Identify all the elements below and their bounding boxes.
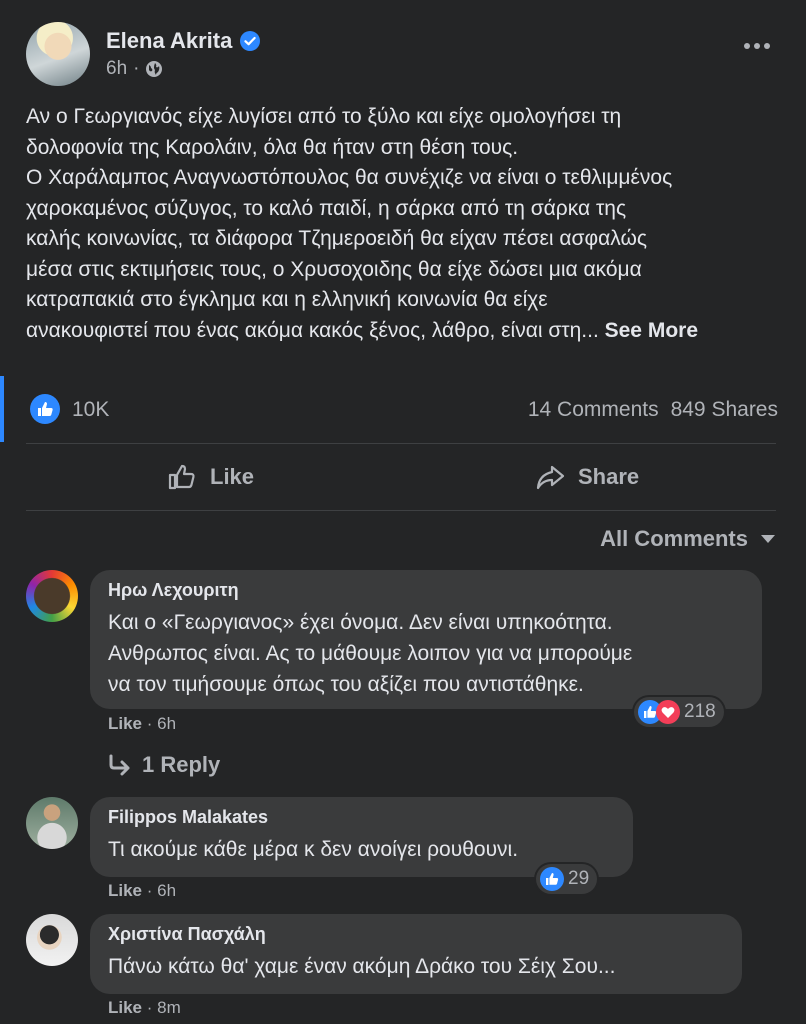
comment-like-link[interactable]: Like — [108, 998, 142, 1017]
thumbs-up-icon — [168, 464, 195, 490]
post-time[interactable]: 6h — [106, 58, 127, 80]
shares-count[interactable]: 849 Shares — [671, 398, 778, 422]
post-body: Αν ο Γεωργιανός είχε λυγίσει από το ξύλο… — [26, 102, 778, 346]
commenter-avatar[interactable] — [26, 797, 78, 849]
comment-meta: Like · 6h — [108, 714, 177, 733]
commenter-avatar[interactable] — [26, 914, 78, 966]
like-label: Like — [210, 464, 255, 489]
post-stats: 10K 14 Comments 849 Shares — [26, 392, 778, 428]
post-line: δολοφονία της Καρολάιν, όλα θα ήταν στη … — [26, 135, 519, 159]
see-more-link[interactable]: See More — [605, 319, 698, 342]
comment-time[interactable]: 6h — [157, 881, 176, 900]
comment-meta: Like · 6h — [108, 881, 177, 900]
comment-text: Τι ακούμε κάθε μέρα κ δεν ανοίγει ρουθου… — [108, 838, 519, 861]
divider — [26, 443, 776, 444]
more-icon[interactable] — [742, 36, 772, 56]
comment-bubble: Χριστίνα Πασχάλη Πάνω κάτω θα' χαμε έναν… — [90, 914, 742, 994]
post-line: Αν ο Γεωργιανός είχε λυγίσει από το ξύλο… — [26, 105, 622, 128]
post-line: κατραπακιά στο έγκλημα και η ελληνική κο… — [26, 288, 548, 311]
comment-filter-dropdown[interactable]: All Comments — [600, 526, 776, 552]
reaction-summary[interactable]: 29 — [536, 864, 598, 894]
post-header: Elena Akrita 6h · — [26, 22, 786, 88]
comment: Ηρω Λεχουριτη Και ο «Γεωργιανος» έχει όν… — [26, 570, 786, 780]
share-label: Share — [578, 464, 640, 489]
commenter-avatar[interactable] — [26, 570, 78, 622]
post-line: ανακουφιστεί που ένας ακόμα κακός ξένος,… — [26, 318, 698, 342]
post-line: καλής κοινωνίας, τα διάφορα Τζημεροειδή … — [26, 227, 647, 250]
post-line: μέσα στις εκτιμήσεις τους, ο Χρυσοχοιδης… — [26, 257, 642, 281]
comment-time[interactable]: 8m — [157, 998, 181, 1017]
view-replies-link[interactable]: 1 Reply — [108, 752, 220, 778]
author-avatar[interactable] — [26, 22, 90, 86]
comment-bubble: Ηρω Λεχουριτη Και ο «Γεωργιανος» έχει όν… — [90, 570, 762, 709]
comment-meta: Like · 8m — [108, 998, 181, 1017]
author-name[interactable]: Elena Akrita — [106, 28, 232, 54]
share-button[interactable]: Share — [534, 455, 639, 499]
like-reaction-icon — [540, 867, 564, 891]
reply-arrow-icon — [109, 754, 130, 776]
like-button[interactable]: Like — [166, 455, 254, 499]
meta-separator: · — [133, 58, 140, 79]
verified-icon — [240, 31, 261, 51]
comment-time[interactable]: 6h — [157, 714, 176, 733]
comments-count[interactable]: 14 Comments — [528, 398, 659, 422]
globe-icon — [146, 61, 163, 77]
post-meta: 6h · — [106, 58, 163, 80]
reaction-count: 29 — [568, 868, 590, 889]
comment-like-link[interactable]: Like — [108, 714, 142, 733]
share-arrow-icon — [536, 465, 565, 490]
commenter-name[interactable]: Filippos Malakates — [108, 807, 615, 828]
comment-text: Και ο «Γεωργιανος» έχει όνομα. Δεν είναι… — [108, 611, 633, 696]
comment-text: Πάνω κάτω θα' χαμε έναν ακόμη Δράκο του … — [108, 955, 616, 978]
like-count[interactable]: 10K — [72, 398, 109, 422]
reaction-summary[interactable]: 218 — [634, 697, 724, 727]
reaction-count: 218 — [684, 701, 716, 722]
comment-filter-label: All Comments — [600, 526, 748, 551]
commenter-name[interactable]: Χριστίνα Πασχάλη — [108, 924, 724, 945]
love-reaction-icon — [656, 700, 680, 724]
dropdown-caret-icon — [761, 535, 775, 543]
divider — [26, 510, 776, 511]
post-line: χαροκαμένος σύζυγος, το καλό παιδί, η σά… — [26, 196, 627, 220]
accent-indicator — [0, 376, 4, 442]
like-reaction-icon[interactable] — [30, 394, 60, 424]
commenter-name[interactable]: Ηρω Λεχουριτη — [108, 580, 744, 601]
comment-like-link[interactable]: Like — [108, 881, 142, 900]
comment: Filippos Malakates Τι ακούμε κάθε μέρα κ… — [26, 797, 786, 907]
replies-count: 1 Reply — [142, 752, 221, 777]
comment: Χριστίνα Πασχάλη Πάνω κάτω θα' χαμε έναν… — [26, 914, 786, 1024]
post-line: Ο Χαράλαμπος Αναγνωστόπουλος θα συνέχιζε… — [26, 166, 673, 189]
